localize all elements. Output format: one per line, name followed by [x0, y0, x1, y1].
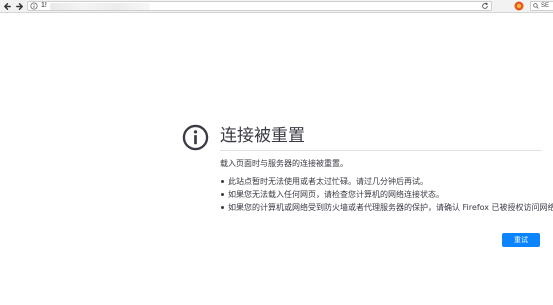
search-placeholder: SE: [541, 3, 550, 9]
bullet-icon: [221, 206, 224, 209]
error-suggestions: 此站点暂时无法使用或者太过忙碌。请过几分钟后再试。 如果您无法载入任何网页，请检…: [221, 175, 553, 214]
reload-icon[interactable]: [481, 2, 489, 10]
search-icon: [533, 3, 539, 9]
search-box[interactable]: SE: [530, 1, 553, 11]
extension-icon[interactable]: [514, 1, 524, 11]
back-arrow-icon: [3, 2, 11, 10]
forward-button[interactable]: [14, 1, 24, 11]
retry-button[interactable]: 重试: [502, 233, 540, 247]
error-title: 连接被重置: [220, 126, 305, 146]
forward-arrow-icon: [15, 2, 23, 10]
url-text: 1!: [41, 2, 47, 9]
suggestion-text: 如果您无法载入任何网页，请检查您计算机的网络连接状态。: [228, 190, 444, 199]
info-circle-icon: [182, 124, 209, 151]
title-divider: [220, 150, 542, 151]
suggestion-item: 此站点暂时无法使用或者太过忙碌。请过几分钟后再试。: [221, 175, 553, 188]
bullet-icon: [221, 193, 224, 196]
url-bar[interactable]: 1!: [27, 1, 492, 11]
page: 1! SE 连接被重置 载入页面时与服务器的连接被重置。 此站点暂时无法使用或者…: [0, 0, 553, 305]
suggestion-item: 如果您无法载入任何网页，请检查您计算机的网络连接状态。: [221, 188, 553, 201]
browser-toolbar: 1! SE: [0, 0, 553, 13]
info-icon[interactable]: [30, 2, 38, 10]
error-description: 载入页面时与服务器的连接被重置。: [220, 159, 348, 168]
suggestion-item: 如果您的计算机或网络受到防火墙或者代理服务器的保护，请确认 Firefox 已被…: [221, 201, 553, 214]
back-button[interactable]: [2, 1, 12, 11]
suggestion-text: 此站点暂时无法使用或者太过忙碌。请过几分钟后再试。: [228, 177, 428, 186]
bullet-icon: [221, 180, 224, 183]
suggestion-text: 如果您的计算机或网络受到防火墙或者代理服务器的保护，请确认 Firefox 已被…: [228, 203, 553, 212]
url-redacted: [50, 3, 150, 10]
